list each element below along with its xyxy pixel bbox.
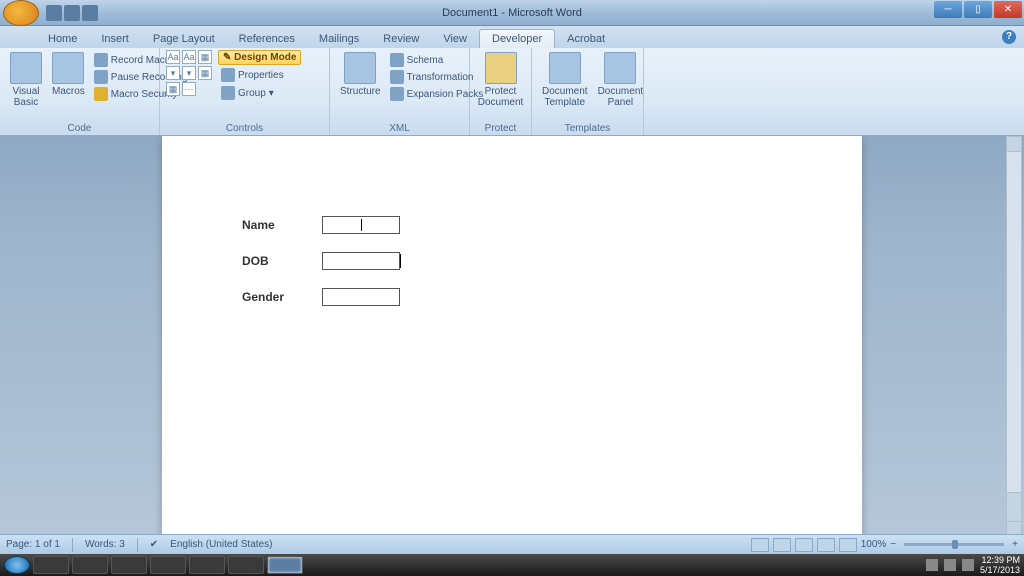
- view-draft-icon[interactable]: [839, 538, 857, 552]
- packs-icon: [390, 87, 404, 101]
- control-text-icon[interactable]: Aa: [182, 50, 196, 64]
- security-icon: [94, 87, 108, 101]
- start-button[interactable]: [4, 556, 30, 574]
- visual-basic-icon: [10, 52, 42, 84]
- group-label-code: Code: [0, 123, 159, 134]
- taskbar-explorer-icon[interactable]: [111, 556, 147, 574]
- template-icon: [549, 52, 581, 84]
- document-template-button[interactable]: Document Template: [538, 50, 592, 110]
- control-dropdown-icon[interactable]: ▾: [182, 66, 196, 80]
- taskbar-chrome-icon[interactable]: [33, 556, 69, 574]
- label-name: Name: [242, 218, 322, 232]
- document-panel-button[interactable]: Document Panel: [594, 50, 648, 110]
- help-icon[interactable]: ?: [1002, 30, 1016, 44]
- tab-page-layout[interactable]: Page Layout: [141, 30, 227, 48]
- status-page[interactable]: Page: 1 of 1: [6, 539, 60, 550]
- zoom-slider[interactable]: [904, 543, 1004, 546]
- qat-undo-icon[interactable]: [64, 5, 80, 21]
- tab-view[interactable]: View: [431, 30, 479, 48]
- control-picture-icon[interactable]: ▦: [198, 50, 212, 64]
- properties-button[interactable]: Properties: [218, 67, 301, 83]
- view-outline-icon[interactable]: [817, 538, 835, 552]
- structure-icon: [344, 52, 376, 84]
- tray-volume-icon[interactable]: [962, 559, 974, 571]
- structure-button[interactable]: Structure: [336, 50, 385, 102]
- field-dob[interactable]: [322, 252, 400, 270]
- field-gender[interactable]: [322, 288, 400, 306]
- status-proof-icon[interactable]: ✔: [150, 539, 158, 550]
- macros-button[interactable]: Macros: [48, 50, 89, 110]
- status-language[interactable]: English (United States): [170, 539, 272, 550]
- group-icon: [221, 86, 235, 100]
- group-label-controls: Controls: [160, 123, 329, 134]
- taskbar-clock[interactable]: 12:39 PM 5/17/2013: [980, 555, 1020, 575]
- view-fullscreen-icon[interactable]: [773, 538, 791, 552]
- control-richtext-icon[interactable]: Aa: [166, 50, 180, 64]
- record-icon: [94, 53, 108, 67]
- control-legacy-icon[interactable]: ▦: [166, 82, 180, 96]
- field-name[interactable]: [322, 216, 400, 234]
- vertical-scrollbar[interactable]: [1006, 136, 1022, 538]
- office-button[interactable]: [3, 0, 39, 26]
- close-button[interactable]: ✕: [994, 1, 1022, 18]
- group-label-protect: Protect: [470, 123, 531, 134]
- tab-references[interactable]: References: [227, 30, 307, 48]
- taskbar-excel-icon[interactable]: [150, 556, 186, 574]
- tab-acrobat[interactable]: Acrobat: [555, 30, 617, 48]
- properties-icon: [221, 68, 235, 82]
- protect-document-button[interactable]: Protect Document: [476, 50, 525, 110]
- tab-home[interactable]: Home: [36, 30, 89, 48]
- visual-basic-button[interactable]: Visual Basic: [6, 50, 46, 110]
- control-more-icon[interactable]: ⋯: [182, 82, 196, 96]
- group-button[interactable]: Group ▾: [218, 85, 301, 101]
- scroll-up-icon[interactable]: [1007, 137, 1021, 152]
- taskbar-media-icon[interactable]: [228, 556, 264, 574]
- taskbar-word-icon[interactable]: [267, 556, 303, 574]
- scroll-down-icon[interactable]: [1007, 492, 1021, 507]
- control-combo-icon[interactable]: ▾: [166, 66, 180, 80]
- protect-icon: [485, 52, 517, 84]
- window-title: Document1 - Microsoft Word: [442, 7, 582, 19]
- control-date-icon[interactable]: ▦: [198, 66, 212, 80]
- document-page[interactable]: Name DOB Gender: [162, 136, 862, 538]
- zoom-level[interactable]: 100%: [861, 539, 887, 550]
- qat-redo-icon[interactable]: [82, 5, 98, 21]
- group-label-templates: Templates: [532, 123, 643, 134]
- view-web-icon[interactable]: [795, 538, 813, 552]
- zoom-in-icon[interactable]: +: [1012, 539, 1018, 550]
- pause-icon: [94, 70, 108, 84]
- tab-insert[interactable]: Insert: [89, 30, 141, 48]
- minimize-button[interactable]: ─: [934, 1, 962, 18]
- taskbar-app-icon[interactable]: [189, 556, 225, 574]
- tab-developer[interactable]: Developer: [479, 29, 555, 48]
- tab-review[interactable]: Review: [371, 30, 431, 48]
- macros-icon: [52, 52, 84, 84]
- tray-flag-icon[interactable]: [926, 559, 938, 571]
- label-gender: Gender: [242, 290, 322, 304]
- prev-page-icon[interactable]: [1007, 507, 1021, 522]
- label-dob: DOB: [242, 254, 322, 268]
- view-print-icon[interactable]: [751, 538, 769, 552]
- status-words[interactable]: Words: 3: [85, 539, 125, 550]
- tab-mailings[interactable]: Mailings: [307, 30, 371, 48]
- tray-network-icon[interactable]: [944, 559, 956, 571]
- group-label-xml: XML: [330, 123, 469, 134]
- qat-save-icon[interactable]: [46, 5, 62, 21]
- maximize-button[interactable]: ▯: [964, 1, 992, 18]
- design-mode-button[interactable]: ✎ Design Mode: [218, 50, 301, 65]
- panel-icon: [604, 52, 636, 84]
- transform-icon: [390, 70, 404, 84]
- schema-icon: [390, 53, 404, 67]
- zoom-out-icon[interactable]: −: [890, 539, 896, 550]
- taskbar-firefox-icon[interactable]: [72, 556, 108, 574]
